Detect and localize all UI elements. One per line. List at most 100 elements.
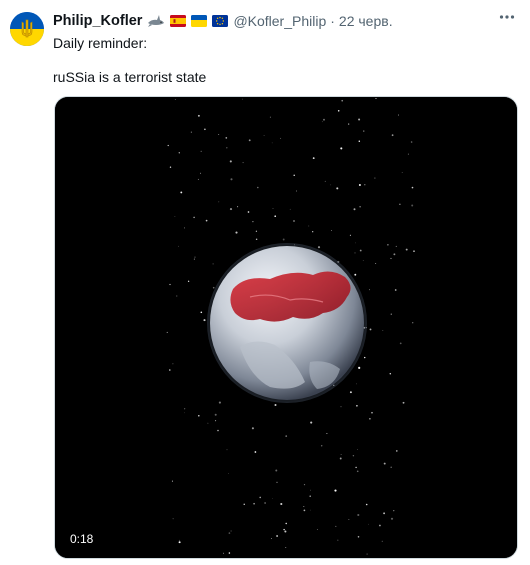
star [303,484,306,486]
star [331,230,333,231]
star [391,134,394,137]
star [340,454,342,455]
star [271,142,273,144]
star [229,208,233,211]
star [358,118,361,121]
star [172,363,174,365]
star [207,422,209,424]
star [254,451,257,453]
star [330,184,332,186]
star [390,517,394,520]
star [369,328,372,331]
star [309,509,311,511]
star [336,187,339,190]
video-duration: 0:18 [65,530,99,548]
star [412,322,414,324]
star [225,137,228,139]
star [363,130,365,132]
star [230,178,233,181]
star [293,220,295,222]
star [355,466,357,469]
star [356,383,357,385]
star [366,553,368,555]
star [200,150,202,153]
star [264,502,266,504]
star [407,153,409,155]
star [187,280,190,282]
star [276,481,278,484]
star [197,114,200,117]
star [218,201,220,203]
star [402,401,405,404]
star [341,99,344,102]
star [369,417,371,420]
star [178,152,180,154]
star [282,238,285,241]
star [169,283,171,286]
star [184,412,185,414]
star [166,331,168,333]
star [247,211,250,213]
star [383,512,386,515]
display-name[interactable]: Philip_Kofler [53,13,142,29]
star [390,257,392,260]
star [203,319,206,322]
star [383,462,386,465]
star [356,470,359,473]
more-options-button[interactable] [496,6,518,28]
star [310,421,313,424]
star [312,157,315,160]
star [324,180,326,182]
star [218,133,220,135]
user-handle[interactable]: @Kofler_Philip [233,13,326,29]
star [272,498,273,499]
star [184,227,186,229]
star [252,220,254,223]
star [212,286,215,289]
star [280,502,283,506]
star [253,502,255,505]
star [349,234,351,236]
star [382,330,384,332]
star [411,204,414,207]
star [274,403,277,407]
star [321,121,323,123]
star [174,216,176,217]
star [276,535,279,537]
star [303,505,305,508]
star [184,408,186,410]
tweet-timestamp[interactable]: 22 черв. [339,13,393,29]
star [180,191,183,194]
star [348,123,350,125]
star [340,147,343,150]
star [178,541,181,544]
video-player[interactable]: 0:18 [54,96,518,559]
star [272,208,274,209]
star [334,489,337,492]
star [355,242,356,244]
star [340,406,342,408]
star [193,258,195,260]
spain-flag-icon [170,15,187,27]
star [218,401,221,404]
star [349,391,352,394]
star [393,510,395,512]
star [255,238,258,241]
star [194,256,196,258]
star [359,249,362,252]
star [303,509,306,512]
star [356,404,358,407]
star [171,480,173,482]
star [270,537,272,539]
star [395,245,397,247]
star [197,178,199,180]
star [390,313,392,315]
star [312,231,314,233]
star [308,225,310,227]
star [167,144,169,147]
star [394,289,397,291]
avatar[interactable] [10,12,44,46]
star [399,203,401,205]
star [365,503,368,506]
star [339,457,342,460]
